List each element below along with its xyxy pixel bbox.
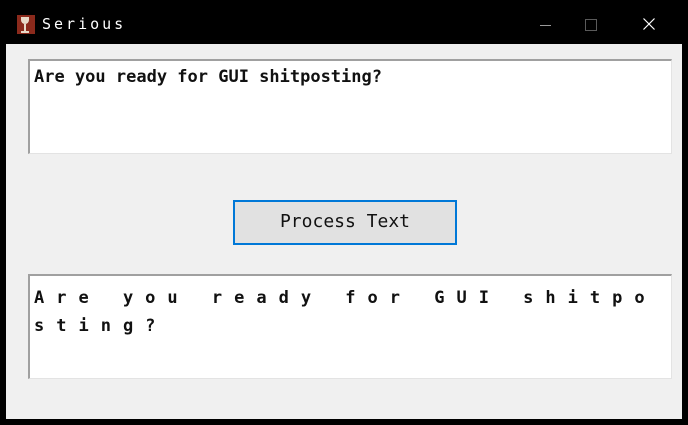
wine-glass-icon[interactable] bbox=[17, 15, 35, 34]
minimize-icon bbox=[540, 25, 551, 26]
title-bar[interactable]: Serious bbox=[0, 0, 688, 44]
window-title: Serious bbox=[42, 15, 127, 33]
input-text-area[interactable]: Are you ready for GUI shitposting? bbox=[28, 59, 672, 154]
app-window: Serious Are you ready for GUI shitpostin… bbox=[0, 0, 688, 425]
maximize-button[interactable] bbox=[568, 0, 614, 44]
maximize-icon bbox=[585, 19, 597, 31]
client-area: Are you ready for GUI shitposting? Proce… bbox=[6, 44, 682, 425]
close-icon bbox=[643, 18, 655, 30]
output-text-area[interactable]: Are you ready for GUI shitposting? bbox=[28, 274, 672, 379]
minimize-button[interactable] bbox=[522, 0, 568, 44]
close-button[interactable] bbox=[626, 0, 672, 44]
process-text-button[interactable]: Process Text bbox=[233, 200, 457, 245]
